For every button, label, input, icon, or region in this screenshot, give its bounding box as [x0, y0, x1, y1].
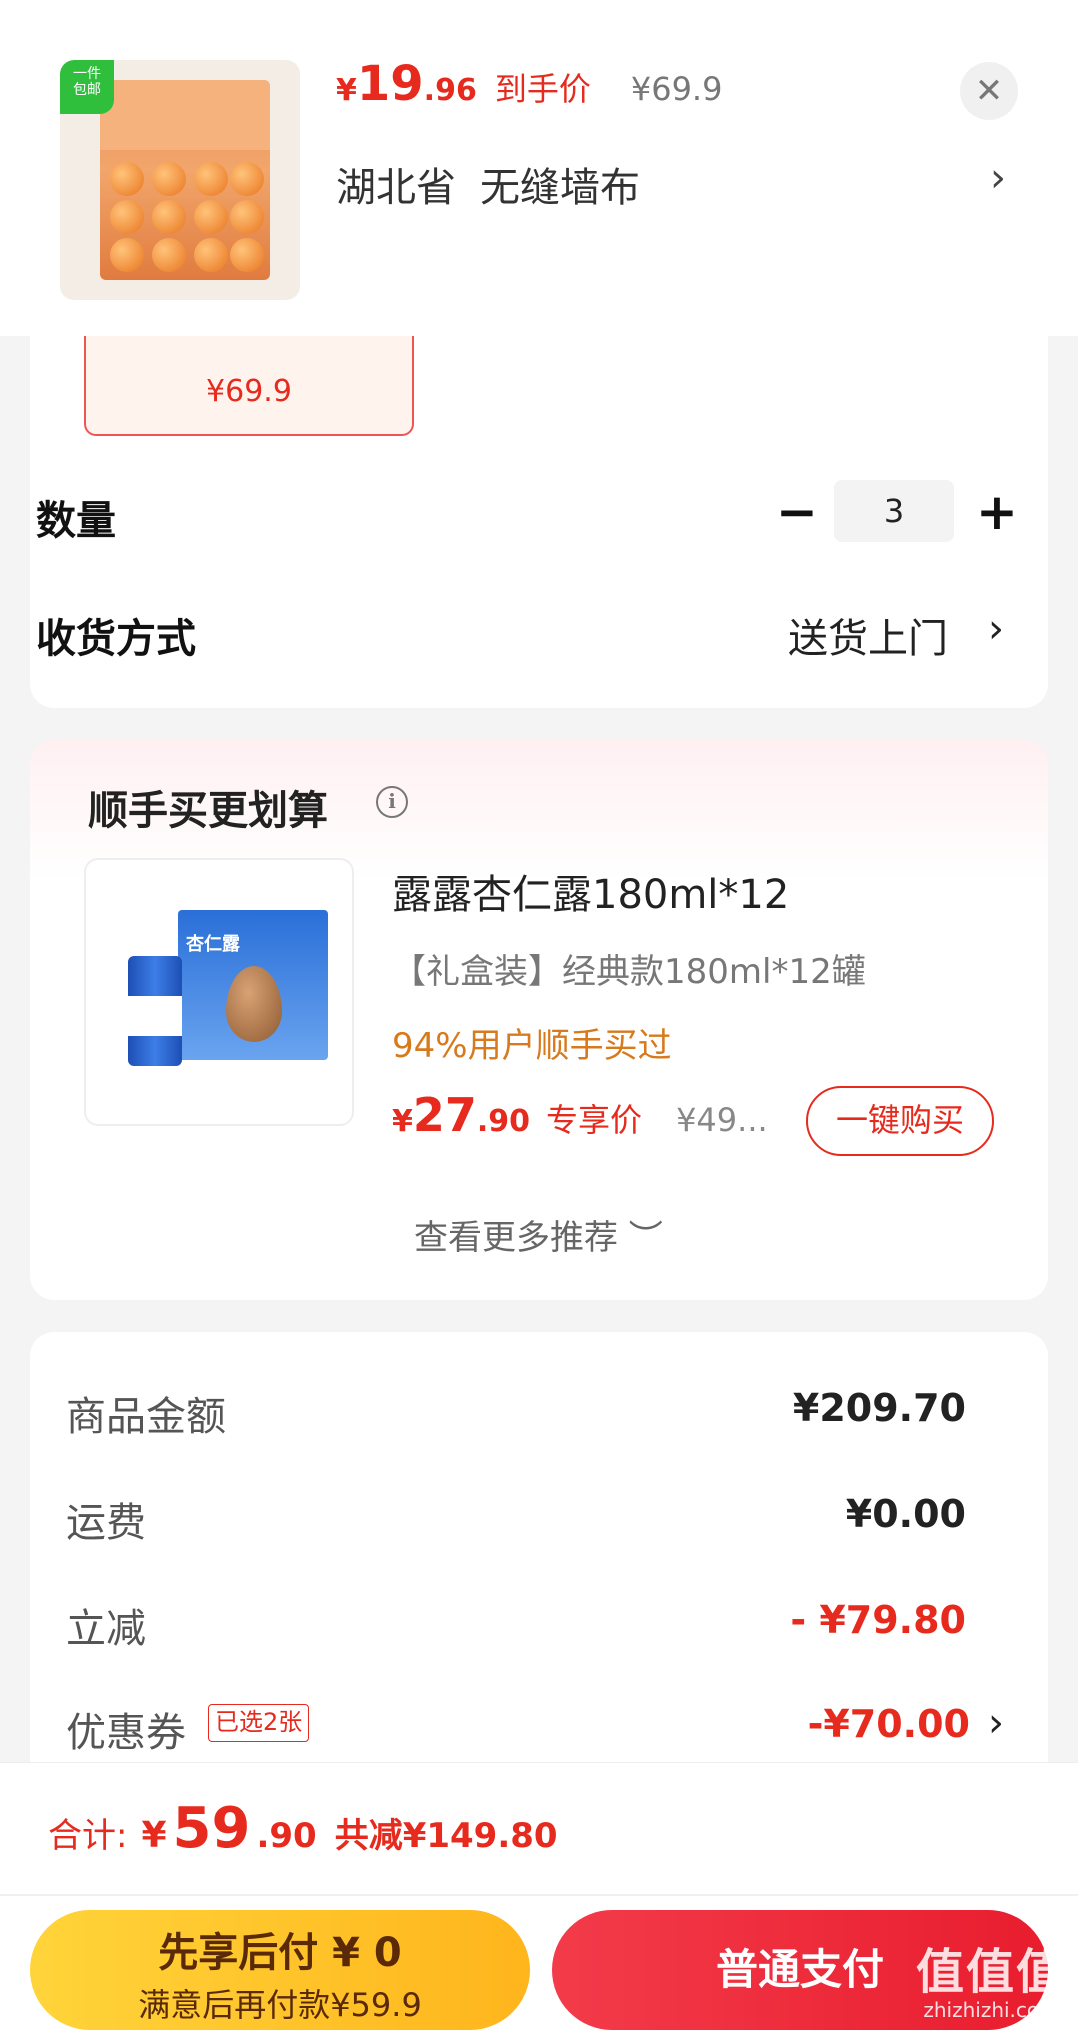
close-button[interactable]: ✕	[960, 62, 1018, 120]
subtotal-value: ¥209.70	[792, 1386, 966, 1430]
pay-later-button[interactable]: 先享后付 ¥ 0 满意后再付款¥59.9	[30, 1910, 530, 2030]
coupon-label: 优惠券	[66, 1710, 186, 1756]
site-watermark: 值值值 zhizhizhi.com	[916, 1932, 1066, 2032]
drink-can-image	[128, 956, 182, 1066]
shipping-fee-label: 运费	[66, 1500, 146, 1546]
recommended-price-row: ¥ 27 .90 专享价 ¥49...	[392, 1088, 768, 1142]
shipping-method-value[interactable]: 送货上门	[788, 606, 948, 664]
address-region: 湖北省	[336, 165, 456, 211]
recommended-product-image[interactable]: 杏仁露	[84, 858, 354, 1126]
close-icon: ✕	[974, 71, 1004, 111]
spec-option-price: ¥69.9	[206, 374, 292, 409]
original-price: ¥49...	[676, 1101, 768, 1139]
shipping-fee-value: ¥0.00	[845, 1492, 966, 1536]
exclusive-price-tag: 专享价	[546, 1101, 643, 1139]
orange-box-image	[100, 80, 270, 280]
recommendation-title: 顺手买更划算	[88, 788, 328, 834]
chevron-right-icon[interactable]: ›	[988, 1700, 1004, 1746]
original-price: ¥69.9	[630, 70, 723, 108]
recommended-product-spec: 【礼盒装】经典款180ml*12罐	[392, 952, 866, 992]
watermark-domain: zhizhizhi.com	[923, 1998, 1059, 2022]
coupon-selected-badge[interactable]: 已选2张	[208, 1704, 310, 1742]
gift-box-label: 杏仁露	[186, 934, 240, 955]
total-label: 合计:	[48, 1816, 128, 1856]
price-integer: 19	[356, 56, 424, 112]
free-shipping-badge: 一件 包邮	[60, 60, 114, 114]
address-row[interactable]: 湖北省 无缝墙布	[336, 155, 640, 213]
divider	[0, 1894, 1078, 1896]
total-integer: 59	[172, 1796, 251, 1861]
watermark-mark: 值值值	[916, 1944, 1067, 2000]
see-more-recommendations-link[interactable]: 查看更多推荐 ︶	[414, 1210, 663, 1259]
quantity-plus-button[interactable]: +	[976, 485, 1018, 539]
address-detail: 无缝墙布	[480, 165, 640, 211]
spec-option-selected[interactable]: ¥69.9	[84, 336, 414, 436]
quantity-minus-button[interactable]: −	[776, 485, 818, 539]
total-row: 合计: ¥ 59 .90 共减¥149.80	[48, 1796, 558, 1861]
info-icon[interactable]: i	[376, 786, 408, 818]
recommended-bought-rate: 94%用户顺手买过	[392, 1026, 672, 1066]
recommended-product-name[interactable]: 露露杏仁露180ml*12	[392, 862, 789, 920]
price-decimal: .90	[476, 1104, 531, 1139]
quantity-label: 数量	[36, 498, 116, 544]
total-saved: 共减¥149.80	[334, 1816, 558, 1856]
total-symbol: ¥	[141, 1815, 167, 1856]
price-row: ¥ 19 .96 到手价 ¥69.9	[336, 56, 722, 116]
price-symbol: ¥	[336, 73, 357, 108]
pay-later-title: 先享后付 ¥ 0	[158, 1930, 402, 1976]
shipping-label: 收货方式	[36, 616, 196, 662]
product-thumbnail: 一件 包邮	[60, 60, 300, 300]
pay-later-subtitle: 满意后再付款¥59.9	[138, 1986, 422, 2024]
price-decimal: .96	[423, 73, 477, 108]
chevron-right-icon[interactable]: ›	[988, 606, 1004, 652]
coupon-value[interactable]: -¥70.00	[808, 1702, 970, 1746]
one-click-buy-button[interactable]: 一键购买	[806, 1086, 994, 1156]
subtotal-label: 商品金额	[66, 1394, 226, 1440]
instant-discount-value: - ¥79.80	[790, 1598, 966, 1642]
total-decimal: .90	[256, 1816, 317, 1856]
price-symbol: ¥	[392, 1104, 413, 1139]
chevron-right-icon[interactable]: ›	[990, 155, 1006, 201]
quantity-value[interactable]: 3	[834, 480, 954, 542]
price-integer: 27	[412, 1088, 477, 1142]
final-price-tag: 到手价	[494, 70, 591, 108]
instant-discount-label: 立减	[66, 1606, 146, 1652]
gift-box-image: 杏仁露	[178, 910, 328, 1060]
